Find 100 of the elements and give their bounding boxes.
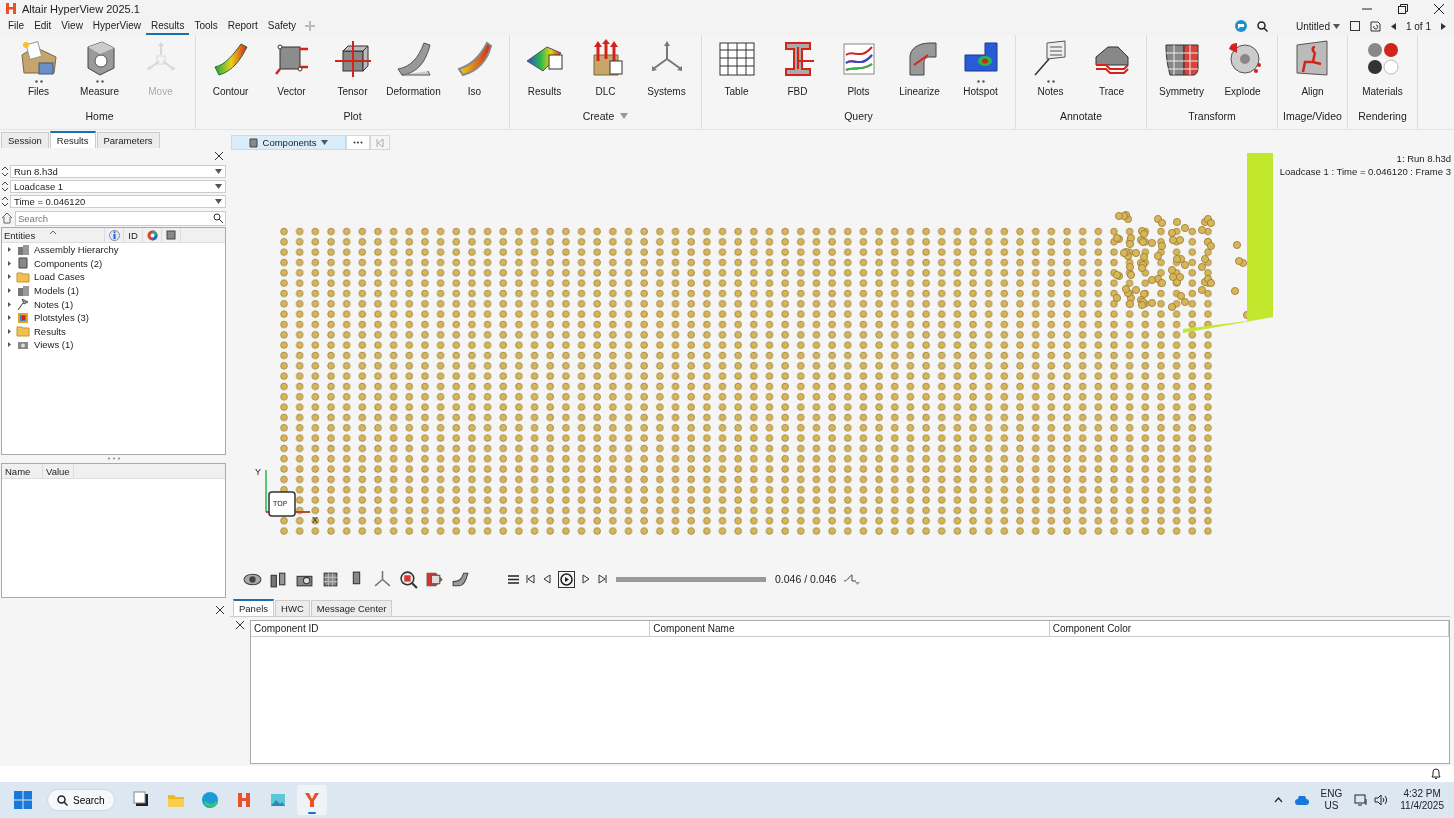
expand-icon[interactable]	[7, 288, 12, 294]
dropdown-caret-icon[interactable]	[620, 113, 629, 119]
animation-slider[interactable]	[616, 576, 766, 582]
ribbon-tool-button[interactable]: Measure	[69, 35, 130, 107]
play-button[interactable]	[558, 570, 575, 588]
ribbon-tool-button[interactable]: Tensor	[322, 35, 383, 107]
panel-tab[interactable]: Session	[1, 132, 49, 148]
ribbon-tool-button[interactable]: Systems	[636, 35, 697, 107]
panel-tab[interactable]: Message Center	[310, 600, 393, 616]
ribbon-tool-button[interactable]: FBD	[767, 35, 828, 107]
info-icon[interactable]	[108, 229, 120, 241]
network-icon[interactable]	[1354, 794, 1369, 806]
expand-icon[interactable]	[7, 260, 12, 266]
ribbon-tool-button[interactable]: Hotspot	[950, 35, 1011, 107]
close-icon[interactable]	[216, 606, 224, 614]
menu-icon[interactable]	[508, 574, 519, 584]
expand-icon[interactable]	[7, 247, 12, 253]
tree-item[interactable]: Results	[34, 325, 66, 337]
expand-icon[interactable]	[7, 328, 12, 334]
menu-item[interactable]: Report	[222, 17, 263, 35]
clock[interactable]: 4:32 PM 11/4/2025	[1400, 788, 1444, 812]
notification-bell-icon[interactable]	[1430, 768, 1442, 780]
axes-icon[interactable]	[373, 569, 392, 589]
language-indicator[interactable]: ENG US	[1320, 788, 1343, 812]
close-icon[interactable]	[215, 152, 223, 160]
ribbon-tool-button[interactable]: DLC	[575, 35, 636, 107]
panel-tab[interactable]: Panels	[233, 599, 275, 616]
first-frame-icon[interactable]	[526, 574, 535, 584]
more-options-icon[interactable]	[976, 80, 985, 83]
tree-item[interactable]: Load Cases	[34, 271, 85, 283]
tree-item[interactable]: Assembly Hierarchy	[34, 244, 119, 256]
expand-icon[interactable]	[7, 274, 12, 280]
next-frame-icon[interactable]	[582, 574, 591, 584]
more-options-icon[interactable]	[34, 80, 43, 83]
next-page-icon[interactable]	[1441, 22, 1446, 30]
ribbon-tool-button[interactable]: Table	[706, 35, 767, 107]
cube-icon[interactable]	[166, 230, 176, 240]
ribbon-tool-button[interactable]: Symmetry	[1151, 35, 1212, 107]
ribbon-tool-button[interactable]: Explode	[1212, 35, 1273, 107]
ribbon-tool-button[interactable]: Iso	[444, 35, 505, 107]
cloud-icon[interactable]	[1294, 795, 1309, 805]
ribbon-tool-button[interactable]: Notes	[1020, 35, 1081, 107]
entity-selector-button[interactable]: Components	[231, 135, 346, 150]
search-field[interactable]: Search	[15, 210, 226, 226]
selector-dropdown[interactable]: Time = 0.046120	[10, 195, 226, 208]
last-frame-icon[interactable]	[598, 574, 607, 584]
taskbar-search[interactable]: Search	[47, 789, 115, 811]
session-dropdown[interactable]: Untitled	[1296, 20, 1340, 32]
selector-dropdown[interactable]: Loadcase 1	[10, 180, 226, 193]
menu-item[interactable]: Tools	[189, 17, 223, 35]
menu-item[interactable]: View	[56, 17, 88, 35]
chevron-up-icon[interactable]	[1273, 797, 1283, 803]
ribbon-tool-button[interactable]: Trace	[1081, 35, 1142, 107]
ribbon-tool-button[interactable]: Contour	[200, 35, 261, 107]
tree-item[interactable]: Views (1)	[34, 339, 74, 351]
menu-item[interactable]: Edit	[29, 17, 57, 35]
ribbon-tool-button[interactable]: Materials	[1352, 35, 1413, 107]
search-icon[interactable]	[213, 212, 223, 223]
expand-icon[interactable]	[7, 315, 12, 321]
tree-item[interactable]: Notes (1)	[34, 298, 74, 310]
spinner-icon[interactable]	[1, 180, 9, 193]
menu-item[interactable]: HyperView	[87, 17, 147, 35]
ribbon-tool-button[interactable]: Vector	[261, 35, 322, 107]
splitter-handle-icon[interactable]	[107, 457, 121, 460]
close-icon[interactable]	[1434, 3, 1444, 14]
panel-tab[interactable]: Results	[49, 131, 96, 148]
menu-item[interactable]: File	[3, 17, 30, 35]
ribbon-tool-button[interactable]: Files	[8, 35, 69, 107]
close-icon[interactable]	[236, 621, 244, 629]
expand-icon[interactable]	[7, 342, 12, 348]
ribbon-tool-button[interactable]: Align	[1282, 35, 1343, 107]
previous-frame-icon[interactable]	[542, 574, 551, 584]
ribbon-tool-button[interactable]: Plots	[828, 35, 889, 107]
zoom-icon[interactable]	[399, 569, 418, 589]
more-options-icon[interactable]	[95, 80, 104, 83]
page-history-icon[interactable]	[1369, 20, 1381, 32]
previous-page-icon[interactable]	[1390, 22, 1396, 30]
selector-dropdown[interactable]: Run 8.h3d	[10, 165, 226, 178]
color-wheel-icon[interactable]	[146, 229, 158, 241]
spinner-icon[interactable]	[1, 165, 9, 178]
speaker-icon[interactable]	[1374, 794, 1389, 806]
curve-dropdown[interactable]	[843, 573, 862, 585]
tree-item[interactable]: Models (1)	[34, 285, 79, 297]
restore-icon[interactable]	[1398, 3, 1408, 14]
panel-tab[interactable]: HWC	[275, 600, 310, 616]
sort-icon[interactable]	[50, 230, 56, 234]
ribbon-tool-button[interactable]: Linearize	[889, 35, 950, 107]
menu-item[interactable]: Safety	[262, 17, 302, 35]
chat-icon[interactable]	[1235, 20, 1248, 32]
tree-item[interactable]: Components (2)	[34, 257, 103, 269]
spinner-icon[interactable]	[1, 195, 9, 208]
more-options-icon[interactable]	[1046, 80, 1055, 83]
expand-icon[interactable]	[7, 301, 12, 307]
panel-tab[interactable]: Parameters	[96, 132, 160, 148]
window-icon[interactable]	[1349, 21, 1360, 31]
tree-item[interactable]: Plotstyles (3)	[34, 312, 89, 324]
ribbon-tool-button[interactable]: Results	[514, 35, 575, 107]
start-icon[interactable]	[14, 791, 32, 809]
home-icon[interactable]	[1, 212, 13, 224]
ribbon-tool-button[interactable]: Deformation	[383, 35, 444, 107]
